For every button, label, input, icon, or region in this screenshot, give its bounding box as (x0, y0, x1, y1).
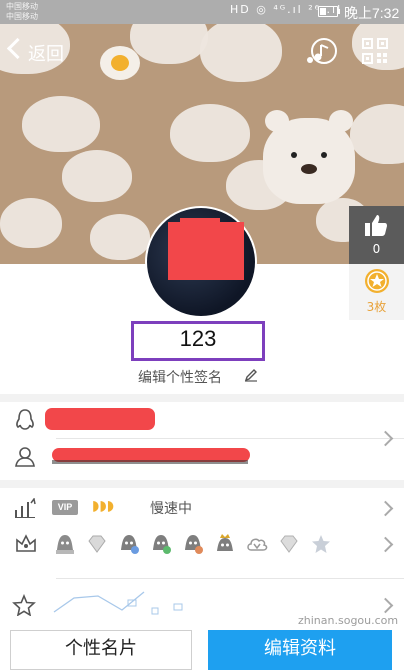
level-moons: ◗◗◗ (92, 498, 115, 514)
watermark: zhinan.sogou.com (298, 614, 399, 627)
star-outline-icon (12, 594, 36, 616)
penguin-badge-icon (185, 535, 203, 554)
redacted-area (168, 222, 244, 280)
growth-icon (15, 498, 36, 518)
penguin-badge-icon (153, 535, 171, 554)
bear-illustration (263, 110, 355, 204)
nickname[interactable]: 123 (131, 326, 265, 352)
thumbs-up-icon[interactable] (363, 212, 389, 238)
row-divider (56, 578, 404, 579)
diamond-icon (88, 535, 106, 553)
clock: 晚上7:32 (344, 5, 400, 21)
chevron-right-icon[interactable] (377, 536, 394, 553)
edit-profile-button[interactable]: 编辑资料 (208, 630, 392, 670)
row-divider (56, 438, 404, 439)
signature-edit[interactable]: 编辑个性签名 (100, 367, 260, 387)
star-badge-icon[interactable] (364, 268, 390, 294)
penguin-icon (16, 409, 34, 430)
section-divider (0, 394, 404, 402)
crown-penguin-icon (217, 534, 233, 551)
personal-card-button[interactable]: 个性名片 (10, 630, 192, 670)
diamond-icon (280, 535, 298, 553)
vip-tag: VIP (52, 500, 78, 515)
chevron-right-icon[interactable] (377, 597, 394, 614)
pencil-icon[interactable] (244, 368, 258, 382)
star-icon (312, 535, 330, 553)
person-icon (15, 447, 35, 467)
music-note-icon[interactable] (304, 36, 338, 66)
egg-illustration (100, 46, 140, 80)
star-count: 3枚 (366, 300, 387, 314)
penguin-badge-icon (121, 535, 139, 554)
redacted-area (45, 408, 155, 430)
speed-status: 慢速中 (150, 501, 192, 517)
redacted-text (52, 460, 248, 464)
crown-icon (16, 534, 36, 552)
like-count: 0 (372, 242, 381, 256)
chevron-right-icon[interactable] (377, 500, 394, 517)
battery-icon (318, 6, 340, 17)
back-button[interactable]: 返回 (28, 40, 64, 66)
carrier-label: 中国移动 (6, 12, 38, 21)
qr-code-icon[interactable] (362, 38, 388, 64)
sparkline (53, 591, 183, 615)
section-divider (0, 480, 404, 488)
penguin-badge-icon (56, 535, 74, 554)
chevron-right-icon[interactable] (377, 430, 394, 447)
status-bar: 中国移动 中国移动 HD ◎ ⁴ᴳ.ıl ²⁶ .ıl 晚上7:32 (0, 0, 404, 24)
cloud-vip-icon (247, 538, 268, 551)
